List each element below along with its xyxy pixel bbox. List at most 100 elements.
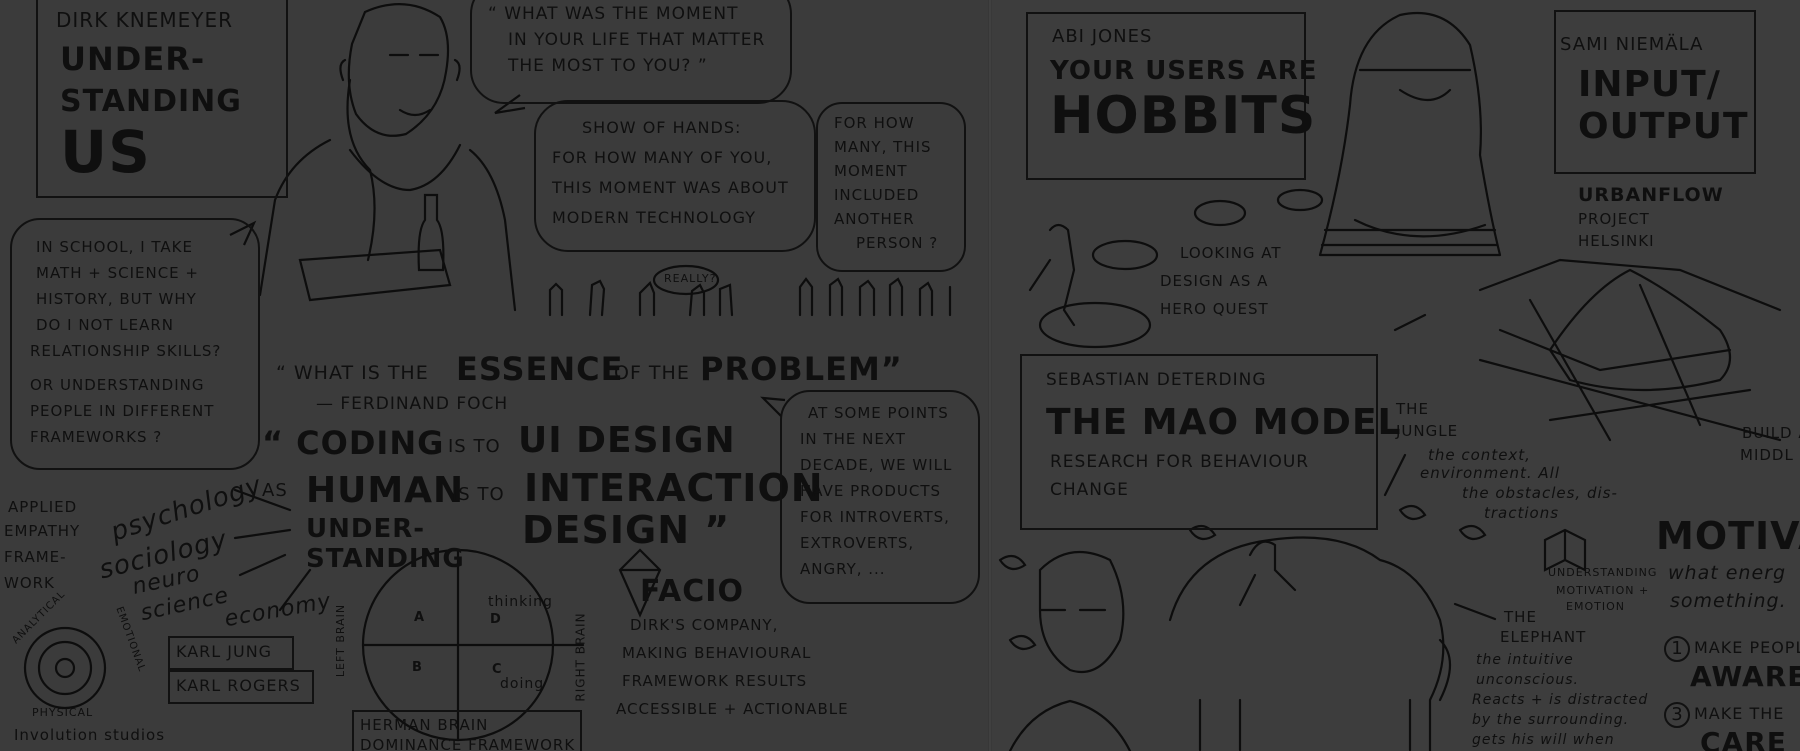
book-line-3: EMOTION: [1566, 600, 1625, 613]
school-line-3: HISTORY, BUT WHY: [36, 290, 197, 308]
hands-left: [548, 279, 734, 317]
mao-title: THE MAO MODEL: [1046, 402, 1402, 443]
future-line-1: AT SOME POINTS: [808, 404, 949, 422]
understanding-line-2: STANDING: [306, 544, 465, 574]
arrow-1: [233, 488, 312, 612]
stone-1: [1038, 301, 1152, 349]
elephant-text-2: unconscious.: [1476, 672, 1579, 688]
hands-line-3: THIS MOMENT WAS ABOUT: [552, 178, 789, 197]
empathy-ring-core: [54, 657, 76, 679]
jungle-text-2: environment. All: [1420, 464, 1560, 482]
coding-word: “ CODING: [262, 424, 445, 462]
talk-title-line-3: US: [60, 118, 151, 186]
applied-line-1: APPLIED: [8, 498, 78, 516]
empathy-ring-inner: [37, 640, 93, 696]
motiva-sub-2: something.: [1670, 590, 1787, 612]
abi-portrait: [1318, 11, 1502, 257]
future-line-2: IN THE NEXT: [800, 430, 906, 448]
build-line-2: MIDDL: [1740, 446, 1794, 464]
quadrant-c: C: [492, 662, 503, 677]
sami-title-line-2: OUTPUT: [1578, 106, 1749, 147]
hands-line-1: SHOW OF HANDS:: [582, 118, 742, 137]
question-line-3: THE MOST TO YOU? ”: [508, 56, 708, 76]
school-line-1: IN SCHOOL, I TAKE: [36, 238, 193, 256]
motiva-title: MOTIVA: [1656, 514, 1800, 558]
person-line-2: MANY, THIS: [834, 138, 932, 156]
really-label: REALLY?: [664, 272, 717, 285]
human-word: HUMAN: [306, 470, 465, 511]
design-word: DESIGN ”: [522, 508, 731, 552]
sami-title-line-1: INPUT/: [1578, 64, 1721, 105]
sebastian-portrait: [1008, 550, 1132, 751]
step-1-word: AWARE: [1690, 660, 1800, 693]
sketchnote-canvas: DIRK KNEMEYER UNDER- STANDING US “ WHAT …: [0, 0, 1800, 751]
school-line-5: RELATIONSHIP SKILLS?: [30, 342, 222, 360]
abi-stripes: [1320, 228, 1499, 247]
future-line-3: DECADE, WE WILL: [800, 456, 953, 474]
step-3-text: MAKE THE: [1694, 704, 1785, 723]
name-jung: KARL JUNG: [176, 642, 273, 661]
understanding-line-1: UNDER-: [306, 514, 426, 544]
rider-drawing: [1238, 540, 1297, 607]
applied-line-2: EMPATHY: [4, 522, 81, 540]
mao-sub-line-2: CHANGE: [1050, 480, 1129, 500]
facio-line-1: DIRK'S COMPANY,: [630, 616, 779, 634]
elephant-drawing: [1168, 536, 1451, 751]
applied-line-4: WORK: [4, 574, 55, 592]
step-1-text: MAKE PEOPL: [1694, 638, 1800, 657]
facio-title: FACIO: [640, 574, 744, 609]
facio-line-2: MAKING BEHAVIOURAL: [622, 644, 812, 662]
mountain-drawing: [1548, 268, 1732, 392]
elephant-text-4: by the surrounding.: [1472, 712, 1630, 728]
right-brain-label: RIGHT BRAIN: [573, 612, 588, 702]
human-is-to: IS TO: [452, 484, 505, 505]
jungle-line-1: THE: [1396, 400, 1429, 418]
school-line-2: MATH + SCIENCE +: [36, 264, 199, 282]
empathy-ring-outer: [23, 626, 107, 710]
quote-problem: PROBLEM”: [700, 350, 903, 388]
school-line-7: PEOPLE IN DIFFERENT: [30, 402, 215, 420]
abi-title-line-1: YOUR USERS ARE: [1050, 56, 1318, 86]
build-line-1: BUILD A: [1742, 424, 1800, 442]
hands-line-4: MODERN TECHNOLOGY: [552, 208, 756, 227]
person-line-1: FOR HOW: [834, 114, 915, 132]
quadrant-d: D: [490, 612, 502, 627]
hands-line-2: FOR HOW MANY OF YOU,: [552, 148, 773, 167]
person-line-5: ANOTHER: [834, 210, 915, 228]
herman-line-2: DOMINANCE FRAMEWORK: [360, 736, 576, 751]
quote-essence: ESSENCE: [456, 350, 624, 388]
school-line-8: FRAMEWORKS ?: [30, 428, 163, 446]
elephant-line-1: THE: [1504, 608, 1537, 626]
quote-pre: “ WHAT IS THE: [276, 362, 429, 384]
facio-line-3: FRAMEWORK RESULTS: [622, 672, 808, 690]
left-brain-label: LEFT BRAIN: [334, 603, 348, 678]
name-rogers: KARL ROGERS: [176, 676, 301, 695]
abi-title-line-2: HOBBITS: [1050, 86, 1317, 146]
quote-author: — FERDINAND FOCH: [316, 394, 509, 414]
question-line-2: IN YOUR LIFE THAT MATTER: [508, 30, 766, 50]
book-line-2: MOTIVATION +: [1556, 584, 1650, 597]
ring-label-physical: PHYSICAL: [32, 706, 94, 719]
stone-3: [1193, 199, 1247, 227]
elephant-text-3: Reacts + is distracted: [1472, 692, 1649, 708]
quadrant-a: A: [414, 610, 426, 625]
step-3-number: 3: [1664, 702, 1690, 728]
hero-line-3: HERO QUEST: [1160, 300, 1269, 318]
doing-label: doing: [500, 676, 545, 692]
herman-line-1: HERMAN BRAIN: [360, 716, 489, 734]
stone-4: [1276, 188, 1324, 212]
facio-line-4: ACCESSIBLE + ACTIONABLE: [616, 700, 849, 718]
speaker-name-sami: SAMI NIEMÄLA: [1560, 34, 1704, 55]
involution-label: Involution studios: [14, 726, 166, 744]
bottle-drawing: [417, 193, 445, 272]
hero-line-2: DESIGN AS A: [1160, 272, 1269, 290]
future-line-6: EXTROVERTS,: [800, 534, 915, 552]
hero-line-1: LOOKING AT: [1180, 244, 1282, 262]
elephant-text-1: the intuitive: [1476, 652, 1574, 668]
talk-title-line-2: STANDING: [60, 84, 242, 119]
future-line-5: FOR INTROVERTS,: [800, 508, 950, 526]
person-line-3: MOMENT: [834, 162, 908, 180]
mao-sub-line-1: RESEARCH FOR BEHAVIOUR: [1050, 452, 1310, 472]
future-line-7: ANGRY, ...: [800, 560, 886, 578]
speaker-name-sebastian: SEBASTIAN DETERDING: [1046, 370, 1267, 390]
